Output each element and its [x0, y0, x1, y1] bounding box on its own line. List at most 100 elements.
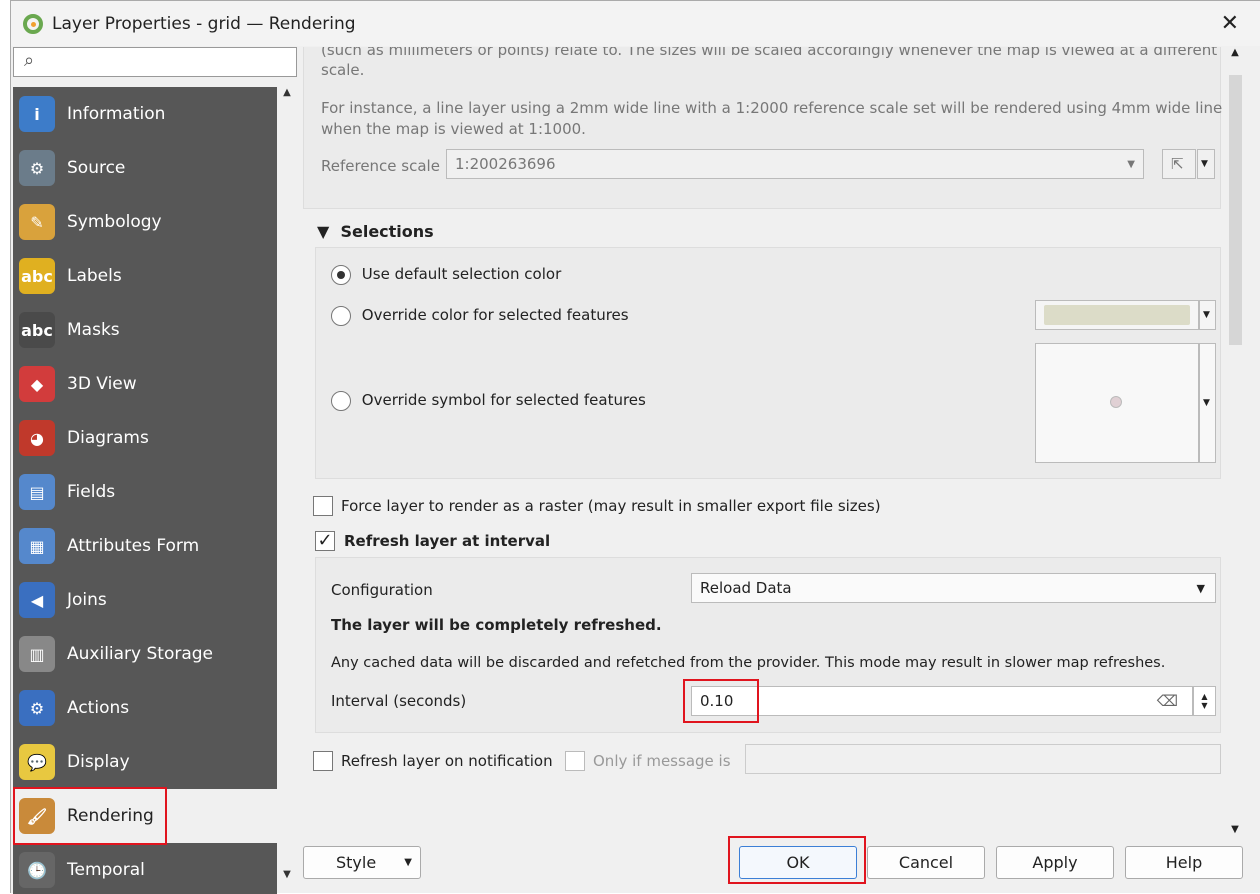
scale-description: (such as millimeters or points) relate t…: [321, 47, 1218, 59]
force-raster-checkbox[interactable]: [313, 496, 333, 516]
help-button[interactable]: Help: [1125, 846, 1243, 879]
layer-properties-dialog: Layer Properties - grid — Rendering ✕ ⌕ …: [10, 0, 1260, 894]
sidebar-item-label: 3D View: [67, 374, 137, 394]
selections-header[interactable]: ▼ Selections: [317, 222, 434, 241]
joins-icon: ◀: [19, 582, 55, 618]
qgis-logo-icon: [23, 13, 43, 34]
reference-scale-value: 1:200263696: [455, 155, 556, 173]
auxiliary-storage-icon: ▥: [19, 636, 55, 672]
scale-example: For instance, a line layer using a 2mm w…: [321, 99, 1223, 117]
color-menu-button[interactable]: ▼: [1199, 300, 1216, 330]
title-bar: Layer Properties - grid — Rendering ✕: [11, 1, 1260, 46]
selections-title: Selections: [340, 222, 434, 241]
interval-label: Interval (seconds): [331, 692, 467, 710]
notification-checkbox[interactable]: [313, 751, 333, 771]
sidebar-item-auxiliary-storage[interactable]: ▥ Auxiliary Storage: [13, 627, 277, 681]
chevron-down-icon: ▼: [1196, 581, 1205, 595]
clear-icon[interactable]: ⌫: [1157, 692, 1178, 710]
message-input[interactable]: [745, 744, 1221, 774]
fields-icon: ▤: [19, 474, 55, 510]
style-button[interactable]: Style ▼: [303, 846, 421, 879]
sidebar-item-label: Masks: [67, 320, 120, 340]
search-icon: ⌕: [24, 50, 35, 71]
interval-spinner[interactable]: ▲ ▼: [1193, 686, 1216, 716]
diagrams-icon: ◕: [19, 420, 55, 456]
sidebar-item-joins[interactable]: ◀ Joins: [13, 573, 277, 627]
sidebar-item-label: Attributes Form: [67, 536, 200, 556]
sidebar-item-fields[interactable]: ▤ Fields: [13, 465, 277, 519]
apply-button[interactable]: Apply: [996, 846, 1114, 879]
symbol-menu-button[interactable]: ▼: [1199, 343, 1216, 463]
sidebar-scrollbar[interactable]: ▲ ▼: [277, 87, 297, 882]
sidebar-item-label: Labels: [67, 266, 122, 286]
sidebar-item-label: Source: [67, 158, 126, 178]
sidebar-item-source[interactable]: ⚙ Source: [13, 141, 277, 195]
reference-scale-label: Reference scale: [321, 157, 440, 175]
sidebar-item-label: Information: [67, 104, 166, 124]
configuration-label: Configuration: [331, 581, 433, 599]
sidebar-item-actions[interactable]: ⚙ Actions: [13, 681, 277, 735]
sidebar-item-label: Diagrams: [67, 428, 149, 448]
sidebar: i Information ⚙ Source ✎ Symbology abc Labels ab…: [13, 87, 277, 894]
override-color-radio[interactable]: Override color for selected features: [331, 306, 629, 330]
selection-symbol-button[interactable]: [1035, 343, 1199, 463]
refresh-mode-note: Any cached data will be discarded and re…: [331, 655, 1166, 671]
reference-scale-combo[interactable]: 1:200263696 ▼: [446, 149, 1144, 179]
override-symbol-radio[interactable]: Override symbol for selected features: [331, 391, 646, 415]
sidebar-item-label: Joins: [67, 590, 107, 610]
sidebar-item-masks[interactable]: abc Masks: [13, 303, 277, 357]
sidebar-item-label: Auxiliary Storage: [67, 644, 214, 664]
color-swatch: [1044, 305, 1190, 325]
search-input[interactable]: ⌕: [13, 47, 297, 77]
sidebar-item-diagrams[interactable]: ◕ Diagrams: [13, 411, 277, 465]
chevron-down-icon: ▼: [1127, 158, 1135, 170]
information-icon: i: [19, 96, 55, 132]
default-color-radio[interactable]: Use default selection color: [331, 265, 561, 289]
force-raster-label: Force layer to render as a raster (may r…: [341, 497, 881, 515]
only-if-message-checkbox[interactable]: [565, 751, 585, 771]
scale-menu-button[interactable]: ▼: [1197, 149, 1215, 179]
actions-icon: ⚙: [19, 690, 55, 726]
refresh-interval-checkbox[interactable]: ✓: [315, 531, 335, 551]
sidebar-item-label: Actions: [67, 698, 130, 718]
content-scrollbar[interactable]: ▲ ▼: [1225, 47, 1245, 837]
cursor-icon: ⇱: [1171, 155, 1184, 173]
interval-highlight: [683, 679, 759, 723]
scale-example-2: when the map is viewed at 1:1000.: [321, 120, 586, 138]
3d-view-icon: ◆: [19, 366, 55, 402]
window-title: Layer Properties - grid — Rendering: [52, 13, 356, 34]
display-icon: 💬: [19, 744, 55, 780]
rendering-panel: (such as millimeters or points) relate t…: [303, 47, 1223, 837]
point-symbol-icon: [1110, 396, 1122, 408]
source-icon: ⚙: [19, 150, 55, 186]
sidebar-item-label: Fields: [67, 482, 116, 502]
interval-input[interactable]: 0.10 ⌫: [691, 686, 1193, 716]
refresh-mode-title: The layer will be completely refreshed.: [331, 616, 662, 634]
masks-icon: abc: [19, 312, 55, 348]
labels-icon: abc: [19, 258, 55, 294]
sidebar-item-information[interactable]: i Information: [13, 87, 277, 141]
sidebar-item-temporal[interactable]: 🕒 Temporal: [13, 843, 277, 894]
sidebar-item-attributes-form[interactable]: ▦ Attributes Form: [13, 519, 277, 573]
map-scale-picker-button[interactable]: ⇱: [1162, 149, 1196, 179]
close-icon[interactable]: ✕: [1221, 11, 1239, 36]
sidebar-item-label: Temporal: [67, 860, 145, 880]
sidebar-item-symbology[interactable]: ✎ Symbology: [13, 195, 277, 249]
rendering-highlight: [13, 787, 167, 845]
scale-description-2: scale.: [321, 61, 365, 79]
sidebar-item-labels[interactable]: abc Labels: [13, 249, 277, 303]
sidebar-item-3d-view[interactable]: ◆ 3D View: [13, 357, 277, 411]
only-if-message-label: Only if message is: [593, 752, 731, 770]
cancel-button[interactable]: Cancel: [867, 846, 985, 879]
refresh-interval-label: Refresh layer at interval: [344, 532, 551, 550]
ok-highlight: [728, 836, 866, 884]
attributes-form-icon: ▦: [19, 528, 55, 564]
sidebar-item-label: Display: [67, 752, 130, 772]
temporal-icon: 🕒: [19, 852, 55, 888]
notification-label: Refresh layer on notification: [341, 752, 553, 770]
symbology-icon: ✎: [19, 204, 55, 240]
sidebar-item-display[interactable]: 💬 Display: [13, 735, 277, 789]
configuration-combo[interactable]: Reload Data ▼: [691, 573, 1216, 603]
sidebar-item-label: Symbology: [67, 212, 162, 232]
selection-color-button[interactable]: [1035, 300, 1199, 330]
